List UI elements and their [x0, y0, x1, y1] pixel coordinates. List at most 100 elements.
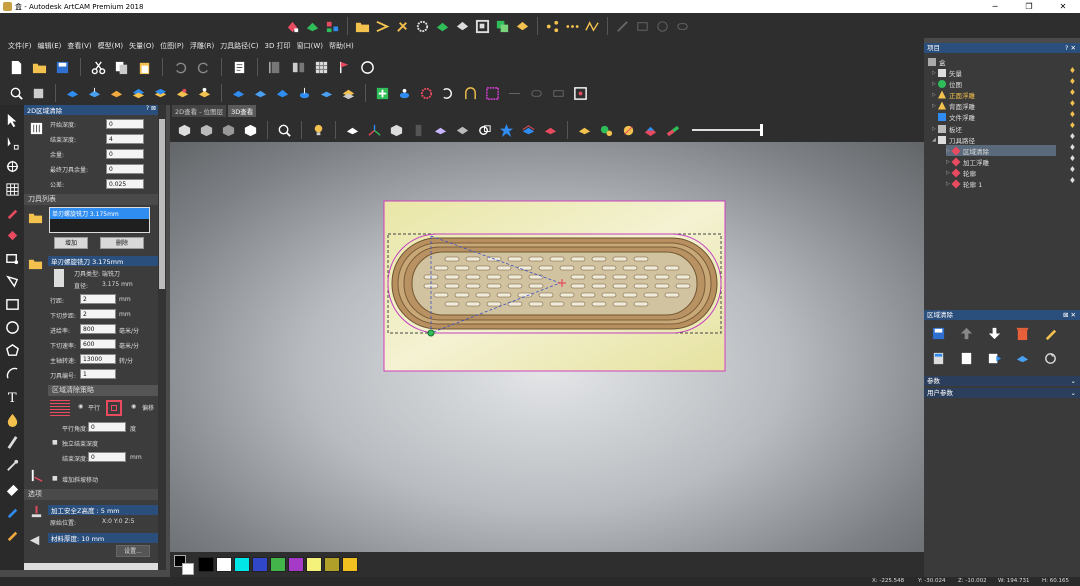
tree-bitmaps[interactable]: ▷ 位图	[932, 78, 962, 89]
tool-number-input[interactable]: 1	[80, 369, 116, 379]
menu-vector[interactable]: 矢量(O)	[129, 41, 154, 51]
sheet-icon[interactable]	[958, 350, 975, 367]
measure-icon[interactable]	[359, 59, 376, 76]
relief-stack-yellow-icon[interactable]	[340, 85, 357, 102]
swatch-olive[interactable]	[324, 557, 340, 572]
relief-view-icon[interactable]	[520, 122, 537, 139]
copy-icon[interactable]	[113, 59, 130, 76]
left-panel-hscroll[interactable]	[24, 563, 158, 570]
left-panel-scrollbar[interactable]	[158, 105, 166, 570]
paste-icon[interactable]	[136, 59, 153, 76]
add-green-icon[interactable]	[374, 85, 391, 102]
star-view-icon[interactable]	[498, 122, 515, 139]
spindle-speed-input[interactable]: 13000	[80, 354, 116, 364]
relief-orange-icon[interactable]	[108, 85, 125, 102]
palette-icon[interactable]	[642, 122, 659, 139]
menu-bitmap[interactable]: 位图(P)	[160, 41, 184, 51]
relief-smooth-icon[interactable]	[174, 85, 191, 102]
view-side-icon[interactable]	[220, 122, 237, 139]
transform-toolpath-icon[interactable]	[1042, 350, 1059, 367]
transform-icon[interactable]	[3, 157, 21, 175]
arch-icon[interactable]	[462, 85, 479, 102]
lasso-icon[interactable]	[3, 249, 21, 267]
bar-icon[interactable]	[410, 122, 427, 139]
safe-z-bar[interactable]: 加工安全Z高度 : 5 mm	[48, 505, 158, 515]
redo-icon[interactable]	[195, 59, 212, 76]
text-tool-icon[interactable]: T	[3, 387, 21, 405]
eye-icon[interactable]	[454, 122, 471, 139]
relief-icon[interactable]	[304, 18, 321, 35]
polygon-tool-icon[interactable]	[3, 272, 21, 290]
visibility-bulb-6-icon[interactable]: ♦	[1069, 122, 1076, 130]
relief-view-red-icon[interactable]	[542, 122, 559, 139]
tool-list-header[interactable]: 刀具列表	[24, 194, 158, 205]
paint-icon[interactable]	[3, 203, 21, 221]
relief-stack-icon[interactable]	[152, 85, 169, 102]
tool-folder-2-icon[interactable]	[27, 255, 44, 272]
tree-area-clearance[interactable]: ▷ 区域清除	[946, 145, 1056, 156]
calculator-icon[interactable]	[930, 350, 947, 367]
merge-icon[interactable]	[454, 18, 471, 35]
crop-icon[interactable]	[474, 18, 491, 35]
allowance-input[interactable]: 0	[106, 149, 144, 159]
layers-icon[interactable]	[324, 18, 341, 35]
rectangle-tool-icon[interactable]	[3, 295, 21, 313]
start-depth-input[interactable]: 0	[106, 119, 144, 129]
marker-tool-icon[interactable]	[3, 502, 21, 520]
folder-icon[interactable]	[354, 18, 371, 35]
swatch-black[interactable]	[198, 557, 214, 572]
zoom-slider[interactable]	[692, 124, 763, 136]
tab-2d-view[interactable]: 2D查看 - 位图层	[172, 105, 227, 117]
angle-input[interactable]: 0	[88, 422, 126, 432]
save-toolpath-icon[interactable]	[930, 325, 947, 342]
shade-icon[interactable]	[344, 122, 361, 139]
fill-icon[interactable]	[284, 18, 301, 35]
visibility-bulb-10-icon[interactable]: ♦	[1069, 166, 1076, 174]
visibility-bulb-7-icon[interactable]: ♦	[1069, 133, 1076, 141]
settings-button[interactable]: 设置...	[116, 545, 150, 557]
relief-blue-2-icon[interactable]	[86, 85, 103, 102]
menu-relief[interactable]: 浮雕(R)	[190, 41, 214, 51]
feed-rate-input[interactable]: 800	[80, 324, 116, 334]
flag-icon[interactable]	[336, 59, 353, 76]
tool-list[interactable]: 单刃螺旋铣刀 3.175mm	[49, 207, 150, 233]
menu-window[interactable]: 窗口(W)	[297, 41, 323, 51]
relief-layers-icon[interactable]	[130, 85, 147, 102]
move-up-icon[interactable]	[958, 325, 975, 342]
menu-model[interactable]: 模型(M)	[98, 41, 124, 51]
plane-icon[interactable]	[432, 122, 449, 139]
relief-flat-icon[interactable]	[230, 85, 247, 102]
tool-folder-icon[interactable]	[27, 209, 44, 226]
tree-profile-1[interactable]: ▷ 轮廓 1	[946, 178, 982, 189]
tree-machine-relief[interactable]: ▷ 加工浮雕	[946, 156, 989, 167]
independent-checkbox[interactable]: ■	[52, 439, 58, 446]
view-front-icon[interactable]	[198, 122, 215, 139]
3d-viewport[interactable]	[170, 142, 924, 552]
drop-tool-icon[interactable]	[3, 410, 21, 428]
bucket-icon[interactable]	[3, 226, 21, 244]
tree-file-relief[interactable]: 文件浮雕	[938, 111, 975, 122]
options-header[interactable]: 选项	[24, 489, 158, 500]
stepover-input[interactable]: 2	[80, 294, 116, 304]
view-iso-icon[interactable]	[176, 122, 193, 139]
grid-icon[interactable]	[313, 59, 330, 76]
delete-toolpath-icon[interactable]	[1014, 325, 1031, 342]
relief-drop-icon[interactable]	[296, 85, 313, 102]
material-view-icon[interactable]	[620, 122, 637, 139]
cut-icon[interactable]	[90, 59, 107, 76]
swatch-cyan[interactable]	[234, 557, 250, 572]
visibility-bulb-5-icon[interactable]: ♦	[1069, 111, 1076, 119]
notes-icon[interactable]	[231, 59, 248, 76]
move-down-icon[interactable]	[986, 325, 1003, 342]
circle-tool-icon[interactable]	[3, 318, 21, 336]
view-top-icon[interactable]	[242, 122, 259, 139]
visibility-bulb-11-icon[interactable]: ♦	[1069, 177, 1076, 185]
dots-icon[interactable]	[564, 18, 581, 35]
menu-edit[interactable]: 编辑(E)	[38, 41, 62, 51]
stepdown-input[interactable]: 2	[80, 309, 116, 319]
grid-tool-icon[interactable]	[3, 180, 21, 198]
visibility-bulb-8-icon[interactable]: ♦	[1069, 144, 1076, 152]
wireframe-icon[interactable]	[476, 122, 493, 139]
relief-blue-1-icon[interactable]	[64, 85, 81, 102]
zoom-slider-handle[interactable]	[760, 124, 763, 136]
